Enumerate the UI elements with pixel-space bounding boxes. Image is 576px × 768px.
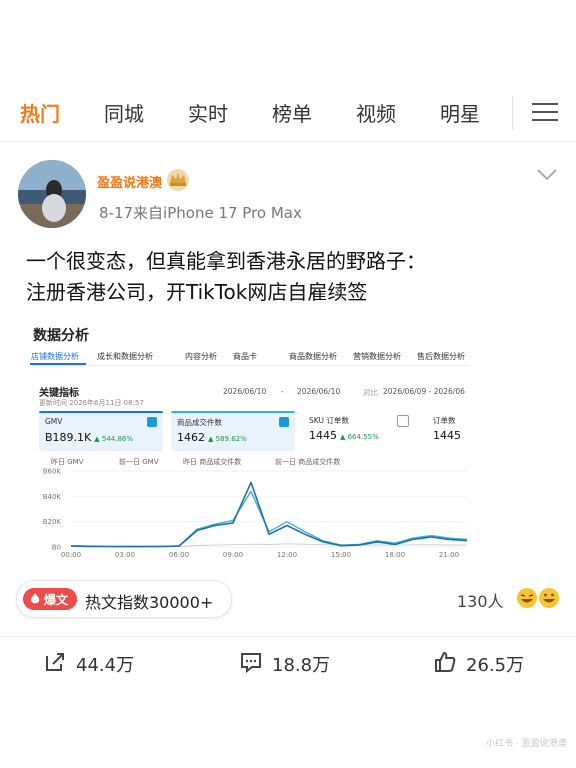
image-tab: 售后数据分析 — [417, 352, 465, 361]
tab-celebrity[interactable]: 明星 — [440, 98, 480, 127]
update-time: 更新时间 2026年6月11日 08:57 — [39, 399, 144, 407]
kpi-change: ▲ 664.55% — [340, 433, 379, 441]
tab-video[interactable]: 视频 — [356, 98, 396, 127]
post-meta: 8-17来自iPhone 17 Pro Max — [99, 204, 302, 222]
comment-count[interactable]: 18.8万 — [272, 651, 330, 677]
image-tab: 商品卡 — [233, 352, 257, 361]
username[interactable]: 盈盈说港澳 — [97, 172, 162, 191]
kpi-card-units: 商品成交件数 1462 ▲ 589.62% — [171, 411, 295, 451]
series-line — [70, 481, 468, 548]
post-text-line-1: 一个很变态，但真能拿到香港永居的野路子： — [26, 249, 426, 273]
kpi-value: 1445 — [433, 429, 461, 442]
series-line — [70, 490, 468, 548]
post-text-line-2: 注册香港公司，开TikTok网店自雇续签 — [26, 280, 368, 304]
image-tab: 营销数据分析 — [353, 352, 401, 361]
avatar[interactable] — [18, 160, 86, 228]
y-tick-label: B20K — [43, 518, 62, 526]
nav-fade — [500, 88, 526, 138]
x-tick-label: 00:00 — [61, 551, 81, 559]
kpi-value: 1462 — [177, 431, 205, 444]
menu-icon[interactable] — [532, 102, 558, 122]
hot-index-text: 热文指数30000+ — [85, 593, 214, 612]
watermark: 小红书 · 盈盈说港澳 — [486, 739, 567, 749]
tab-realtime[interactable]: 实时 — [188, 98, 228, 127]
kpi-name: 商品成交件数 — [177, 418, 222, 427]
date-start: 2026/06/10 — [223, 387, 267, 396]
kpi-name: SKU 订单数 — [309, 416, 349, 425]
repost-count[interactable]: 44.4万 — [76, 651, 134, 677]
kpi-card-sku: SKU 订单数 1445 ▲ 664.55% — [303, 411, 415, 449]
reader-emoji-group — [516, 586, 564, 612]
image-title: 数据分析 — [33, 328, 89, 344]
comment-icon[interactable] — [240, 651, 262, 673]
image-tab: 成长和数据分析 — [97, 352, 153, 361]
line-chart: B60K B40K B20K B000:00 03:00 06:00 09:00 12:00 1… — [43, 468, 468, 559]
laughing-emoji-icon — [517, 588, 537, 608]
tab-ranking[interactable]: 榜单 — [272, 98, 312, 127]
fire-icon — [30, 593, 40, 604]
chevron-down-icon[interactable] — [536, 168, 558, 182]
kpi-card-orders: 订单数 1445 — [427, 411, 470, 449]
post-text: 一个很变态，但真能拿到香港永居的野路子： 注册香港公司，开TikTok网店自雇续… — [26, 246, 566, 308]
date-end: 2026/06/10 — [297, 387, 341, 396]
active-tab-underline — [30, 363, 86, 365]
x-tick-label: 15:00 — [331, 551, 351, 559]
nav-separator — [0, 141, 576, 142]
kpi-value: B189.1K — [45, 431, 92, 444]
tab-local[interactable]: 同城 — [104, 98, 144, 127]
checkbox-checked-icon — [147, 417, 157, 427]
repost-icon[interactable] — [44, 651, 66, 673]
image-tab: 商品数据分析 — [289, 352, 337, 361]
nav-divider — [512, 96, 513, 130]
action-bar: 44.4万 18.8万 26.5万 — [0, 636, 576, 687]
x-tick-label: 18:00 — [385, 551, 405, 559]
post-image[interactable]: 数据分析 店铺数据分析 成长和数据分析 内容分析 商品卡 商品数据分析 营销数据… — [27, 319, 470, 575]
kpi-card-gmv: GMV B189.1K ▲ 544.86% — [39, 411, 163, 451]
hot-badge: 爆文 — [23, 588, 77, 610]
hot-index-pill[interactable]: 爆文 热文指数30000+ — [16, 580, 232, 618]
date-sep: - — [281, 387, 284, 396]
kpi-name: 订单数 — [433, 416, 456, 425]
compare-range: 2026/06/09 - 2026/06 — [383, 387, 465, 396]
compare-label: 对比 — [363, 388, 378, 397]
image-tab: 内容分析 — [185, 352, 217, 361]
kpi-change: ▲ 589.62% — [208, 435, 247, 443]
image-tab: 店铺数据分析 — [31, 352, 79, 361]
x-tick-label: 09:00 — [223, 551, 243, 559]
kpi-value: 1445 — [309, 429, 337, 442]
hot-badge-label: 爆文 — [44, 593, 69, 607]
kpi-title: 关键指标 — [39, 388, 79, 399]
tab-hot[interactable]: 热门 — [20, 98, 60, 127]
y-tick-label: B60K — [43, 468, 62, 476]
y-tick-label: B0 — [52, 544, 61, 552]
top-nav: 热门 同城 实时 榜单 视频 明星 — [0, 88, 576, 138]
checkbox-checked-icon — [279, 417, 289, 427]
crown-icon — [167, 169, 189, 191]
like-icon[interactable] — [434, 651, 456, 673]
kpi-change: ▲ 544.86% — [94, 435, 134, 443]
y-tick-label: B40K — [43, 493, 62, 501]
kpi-name: GMV — [45, 417, 63, 426]
x-tick-label: 06:00 — [169, 551, 189, 559]
grinning-emoji-icon — [539, 588, 559, 608]
image-tabs: 店铺数据分析 成长和数据分析 内容分析 商品卡 商品数据分析 营销数据分析 售后… — [27, 349, 470, 366]
x-tick-label: 12:00 — [277, 551, 297, 559]
x-tick-label: 03:00 — [115, 551, 135, 559]
checkbox-empty-icon — [397, 415, 409, 427]
like-count[interactable]: 26.5万 — [466, 651, 524, 677]
x-tick-label: 21:00 — [439, 551, 459, 559]
reader-count: 130人 — [457, 592, 504, 611]
